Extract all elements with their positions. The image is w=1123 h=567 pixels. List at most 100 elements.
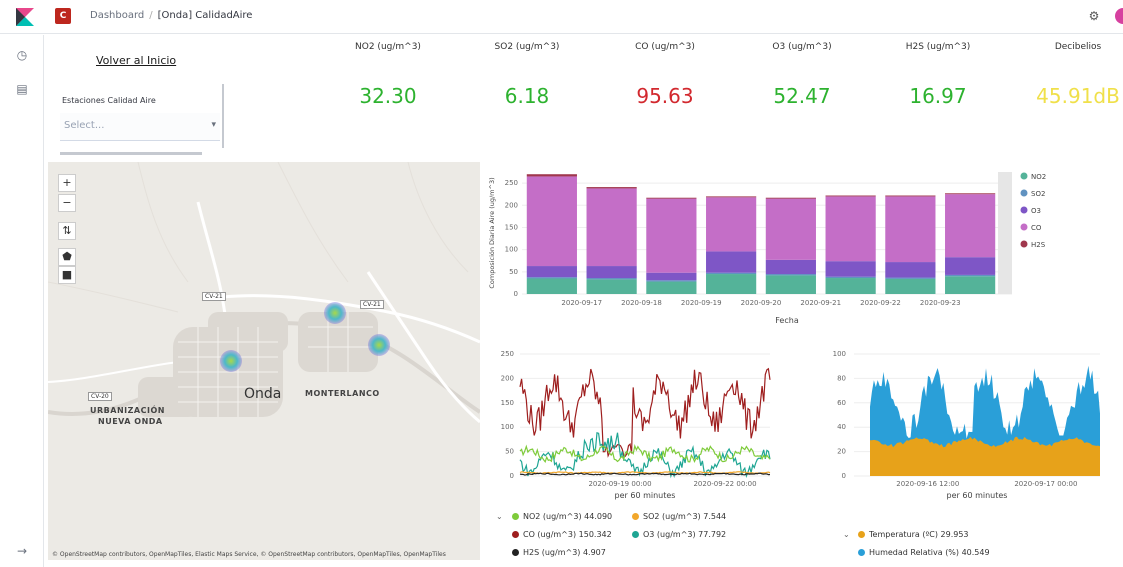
- metric-value: 6.18: [504, 84, 550, 108]
- stations-select[interactable]: Select... ▾: [60, 113, 220, 141]
- y-tick-label: 0: [842, 472, 846, 480]
- bar-segment-o3: [825, 261, 876, 277]
- bar-segment-no2: [526, 278, 577, 294]
- legend-item-co[interactable]: CO (ug/m^3) 150.342: [512, 530, 612, 539]
- map-tiles: [48, 162, 480, 560]
- legend-toggle-chevron-icon[interactable]: ⌄: [843, 530, 850, 539]
- zoom-out-button[interactable]: −: [58, 194, 76, 212]
- x-tick-label: 2020-09-17: [561, 299, 602, 307]
- legend-item-no2[interactable]: NO2 (ug/m^3) 44.090: [512, 512, 612, 521]
- legend-dot: [512, 549, 519, 556]
- time-marker: [998, 172, 1012, 294]
- legend-dot: [1020, 189, 1028, 197]
- bar-segment-h2s: [706, 196, 757, 198]
- road-label: CV-21: [360, 300, 384, 309]
- bar-segment-no2: [586, 279, 637, 294]
- user-avatar[interactable]: [1115, 8, 1123, 24]
- metric-label: O3 (ug/m^3): [772, 42, 832, 52]
- y-tick-label: 0: [510, 472, 514, 480]
- metric-value: 52.47: [773, 84, 831, 108]
- bar-segment-co: [825, 196, 876, 262]
- legend-value: 77.792: [698, 530, 727, 539]
- bar-segment-h2s: [945, 193, 996, 195]
- bar-segment-so2: [526, 277, 577, 279]
- bar-segment-so2: [885, 277, 936, 279]
- bar-segment-so2: [706, 272, 757, 275]
- metric-no2: NO2 (ug/m^3) 32.30: [318, 42, 458, 108]
- metric-label: H2S (ug/m^3): [905, 42, 971, 52]
- legend-item-so2[interactable]: SO2 (ug/m^3) 7.544: [632, 512, 726, 521]
- metric-co: CO (ug/m^3) 95.63: [595, 42, 735, 108]
- y-tick-label: 20: [837, 448, 846, 456]
- metric-label: SO2 (ug/m^3): [494, 42, 560, 52]
- legend-item-o3[interactable]: O3 (ug/m^3) 77.792: [632, 530, 726, 539]
- bar-segment-o3: [706, 251, 757, 273]
- space-avatar[interactable]: C: [55, 8, 71, 24]
- breadcrumb-dashboard[interactable]: Dashboard: [90, 10, 144, 21]
- breadcrumb: Dashboard / [Onda] CalidadAire: [90, 10, 252, 21]
- bar-segment-o3: [945, 257, 996, 275]
- legend-value: 44.090: [584, 512, 613, 521]
- legend-label: Temperatura (ºC): [869, 530, 938, 539]
- temperature-humidity-chart[interactable]: 100 80 60 40 20 0 2020-09-16 12:00 2020-09-17 0…: [820, 346, 1110, 506]
- metric-label: CO (ug/m^3): [635, 42, 695, 52]
- zoom-in-button[interactable]: +: [58, 174, 76, 192]
- y-tick-label: 0: [514, 290, 518, 298]
- y-tick-label: 50: [505, 448, 514, 456]
- draw-rectangle-icon[interactable]: ■: [58, 266, 76, 284]
- bar-segment-o3: [646, 272, 697, 281]
- sensor-hotspot[interactable]: [220, 350, 242, 372]
- legend-value: 150.342: [578, 530, 612, 539]
- legend-item-h2s[interactable]: H2S (ug/m^3) 4.907: [512, 548, 606, 557]
- legend-label: H2S (ug/m^3): [523, 548, 581, 557]
- control-label: Estaciones Calidad Aire: [62, 96, 156, 105]
- metric-o3: O3 (ug/m^3) 52.47: [732, 42, 872, 108]
- y-tick-label: 100: [505, 246, 518, 254]
- dashboard-icon[interactable]: ▤: [14, 81, 30, 97]
- y-tick-label: 40: [837, 423, 846, 431]
- x-axis-label: per 60 minutes: [615, 491, 676, 500]
- map-panel[interactable]: + − ⇅ ⬟ ■ CV-21 CV-21 CV-20 Onda MONTERL…: [48, 162, 480, 560]
- sensor-hotspot[interactable]: [324, 302, 346, 324]
- map-attribution: © OpenStreetMap contributors, OpenMapTil…: [52, 551, 446, 558]
- kibana-logo-icon[interactable]: [14, 6, 36, 28]
- series-line-o3: [519, 432, 771, 479]
- town-label: Onda: [244, 386, 282, 402]
- y-tick-label: 150: [501, 399, 514, 407]
- select-placeholder: Select...: [64, 120, 105, 131]
- help-icon[interactable]: ⚙: [1086, 8, 1102, 24]
- legend-item-temperature[interactable]: Temperatura (ºC) 29.953: [858, 530, 969, 539]
- bar-segment-o3: [586, 266, 637, 279]
- breadcrumb-separator: /: [149, 10, 153, 21]
- x-tick-label: 2020-09-19: [681, 299, 722, 307]
- series-line-so2: [519, 471, 771, 475]
- fit-bounds-button[interactable]: ⇅: [58, 222, 76, 240]
- side-nav: ◷ ▤ →: [0, 35, 44, 567]
- bar-segment-so2: [825, 276, 876, 279]
- expand-nav-icon[interactable]: →: [14, 543, 30, 559]
- bar-segment-so2: [646, 280, 697, 282]
- road-label: CV-21: [202, 292, 226, 301]
- pollutants-line-chart[interactable]: 250 200 150 100 50 0 2020-09-19 00:00 2020-09-2…: [484, 346, 780, 506]
- bar-segment-co: [885, 196, 936, 263]
- top-bar: C Dashboard / [Onda] CalidadAire ⚙: [0, 0, 1123, 34]
- y-tick-label: 100: [501, 423, 514, 431]
- bar-segment-h2s: [586, 187, 637, 189]
- bar-segment-h2s: [646, 197, 697, 199]
- chevron-down-icon: ▾: [211, 120, 216, 130]
- legend-toggle-chevron-icon[interactable]: ⌄: [496, 512, 503, 521]
- recent-icon[interactable]: ◷: [14, 47, 30, 63]
- draw-polygon-icon[interactable]: ⬟: [58, 248, 76, 266]
- sensor-hotspot[interactable]: [368, 334, 390, 356]
- daily-composition-chart[interactable]: 250 200 150 100 50 0 2020-09-17 2020-09-18 2020-…: [484, 164, 1084, 328]
- bar-segment-so2: [945, 274, 996, 277]
- legend-item-humidity[interactable]: Humedad Relativa (%) 40.549: [858, 548, 990, 557]
- legend-label: SO2 (ug/m^3): [643, 512, 701, 521]
- y-tick-label: 50: [509, 268, 518, 276]
- back-home-link[interactable]: Volver al Inicio: [96, 54, 176, 67]
- x-axis-label: per 60 minutes: [947, 491, 1008, 500]
- bar-segment-so2: [765, 274, 816, 276]
- bar-segment-o3: [765, 259, 816, 275]
- y-tick-label: 250: [505, 179, 518, 187]
- bar-segment-o3: [885, 262, 936, 278]
